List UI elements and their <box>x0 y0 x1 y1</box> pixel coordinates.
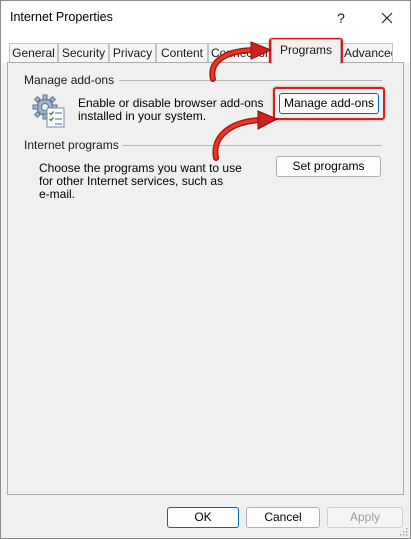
tab-security[interactable]: Security <box>58 43 109 63</box>
ok-button[interactable]: OK <box>167 507 239 528</box>
apply-button-label: Apply <box>349 510 381 524</box>
internet-programs-group-title: Internet programs <box>24 138 122 152</box>
help-button[interactable]: ? <box>318 1 364 35</box>
cancel-button[interactable]: Cancel <box>246 507 320 528</box>
manage-addons-button[interactable]: Manage add-ons <box>279 93 379 114</box>
help-icon: ? <box>337 10 345 26</box>
close-icon <box>381 12 393 24</box>
manage-addons-group-title: Manage add-ons <box>24 73 118 87</box>
internet-programs-description-line3: e-mail. <box>39 187 76 201</box>
gear-checklist-icon <box>32 94 65 128</box>
close-button[interactable] <box>364 1 410 35</box>
internet-programs-group-line <box>116 145 382 146</box>
manage-addons-description-line2: installed in your system. <box>78 109 207 123</box>
tab-privacy[interactable]: Privacy <box>109 43 156 63</box>
tab-programs[interactable]: Programs <box>271 39 341 64</box>
manage-addons-group-line <box>119 80 382 81</box>
apply-button: Apply <box>327 507 403 528</box>
tab-connections[interactable]: Connections <box>208 43 274 63</box>
title-bar: Internet Properties ? <box>1 1 410 35</box>
programs-panel <box>7 63 404 495</box>
manage-addons-button-label: Manage add-ons <box>283 96 375 110</box>
tab-content[interactable]: Content <box>156 43 208 63</box>
resize-grip-icon[interactable] <box>398 526 408 536</box>
tab-advanced[interactable]: Advanced <box>341 43 393 63</box>
ok-button-label: OK <box>194 510 212 524</box>
window-title: Internet Properties <box>10 10 113 24</box>
cancel-button-label: Cancel <box>264 510 302 524</box>
internet-properties-dialog: Internet Properties ? General Security P… <box>0 0 411 539</box>
set-programs-button-label: Set programs <box>292 159 365 173</box>
set-programs-button[interactable]: Set programs <box>276 156 381 177</box>
tab-general[interactable]: General <box>9 43 58 63</box>
tab-strip: General Security Privacy Content Connect… <box>1 35 410 64</box>
